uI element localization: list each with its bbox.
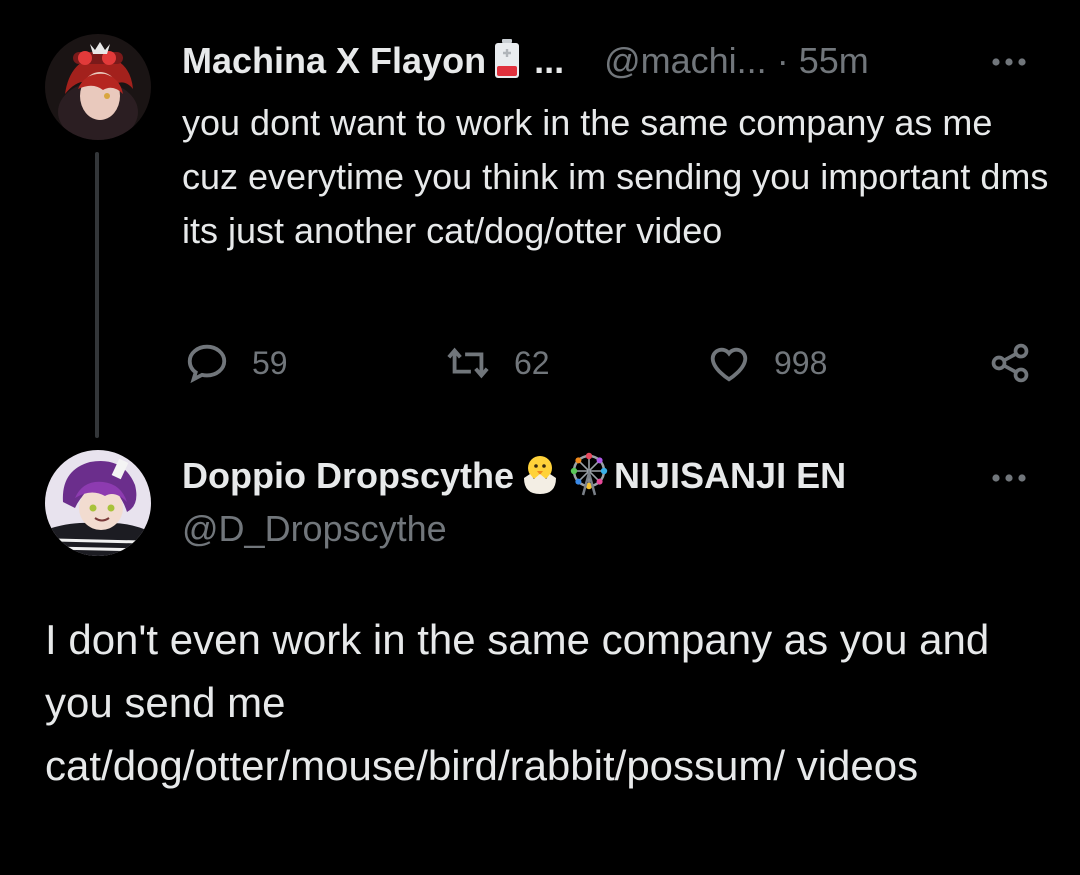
tweet2-name-suffix: NIJISANJI EN	[614, 455, 847, 496]
heart-icon	[710, 347, 748, 382]
avatar-image	[45, 450, 151, 556]
tweet1-name-ellipsis: ...	[534, 40, 565, 81]
avatar-image	[45, 34, 151, 140]
thread-line	[95, 152, 99, 438]
tweet2-text: I don't even work in the same company as…	[45, 616, 990, 789]
avatar-doppio[interactable]	[45, 450, 151, 556]
tweet2-name-row: Doppio Dropscythe NIJISANJI EN	[182, 452, 846, 500]
reply-count: 59	[252, 344, 288, 381]
tweet1-separator: ·	[776, 40, 789, 81]
like-button[interactable]: 998	[706, 340, 827, 386]
tweet1-display-name[interactable]: Machina X Flayon	[182, 40, 486, 82]
tweet2-display-name[interactable]: Doppio Dropscythe	[182, 455, 514, 497]
ferris-wheel-icon	[566, 451, 612, 502]
avatar-machina[interactable]	[45, 34, 151, 140]
retweet-icon	[447, 347, 489, 379]
retweet-count: 62	[514, 344, 550, 381]
tweet1-timestamp[interactable]: 55m	[799, 40, 869, 82]
battery-icon	[494, 38, 520, 84]
more-icon	[992, 474, 1026, 482]
share-button[interactable]	[988, 340, 1032, 391]
like-count: 998	[774, 344, 828, 381]
hatching-chick-icon	[518, 452, 562, 501]
retweet-button[interactable]: 62	[444, 340, 550, 386]
tweet1-more-button[interactable]	[990, 42, 1030, 83]
share-icon	[991, 343, 1029, 383]
reply-button[interactable]: 59	[184, 340, 288, 386]
reply-icon	[187, 344, 227, 384]
more-icon	[992, 58, 1026, 66]
tweet1-handle[interactable]: @machi...	[604, 40, 767, 82]
tweet1-text: you dont want to work in the same compan…	[182, 102, 1049, 251]
tweet2-more-button[interactable]	[990, 458, 1030, 499]
tweet1-header: Machina X Flayon ... @machi... · 55m	[182, 38, 869, 84]
tweet2-handle[interactable]: @D_Dropscythe	[182, 508, 447, 550]
